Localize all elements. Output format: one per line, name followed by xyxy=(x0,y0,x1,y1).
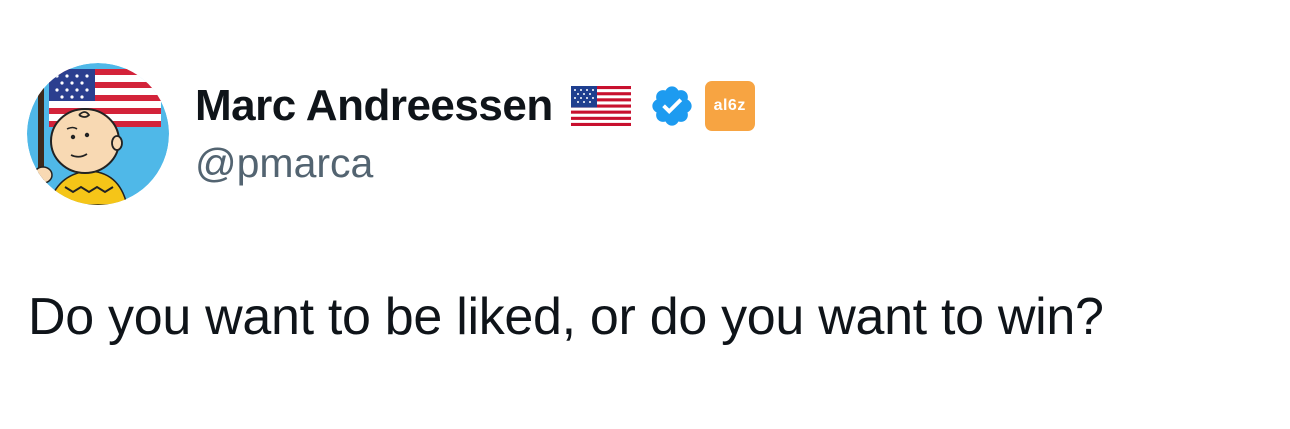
author-handle[interactable]: @pmarca xyxy=(195,140,373,187)
author-display-name[interactable]: Marc Andreessen xyxy=(195,81,553,131)
tweet-text: Do you want to be liked, or do you want … xyxy=(28,288,1104,346)
avatar[interactable] xyxy=(27,63,169,205)
affiliate-badge[interactable]: al6z xyxy=(704,81,755,131)
author-name-row: Marc Andreessen al6z xyxy=(195,78,755,134)
tweet: Marc Andreessen al6z @pmarca Do you want… xyxy=(0,0,1290,429)
us-flag-icon xyxy=(570,86,631,126)
verified-badge-icon[interactable] xyxy=(649,83,695,129)
charlie-brown-avatar-icon xyxy=(27,63,169,205)
